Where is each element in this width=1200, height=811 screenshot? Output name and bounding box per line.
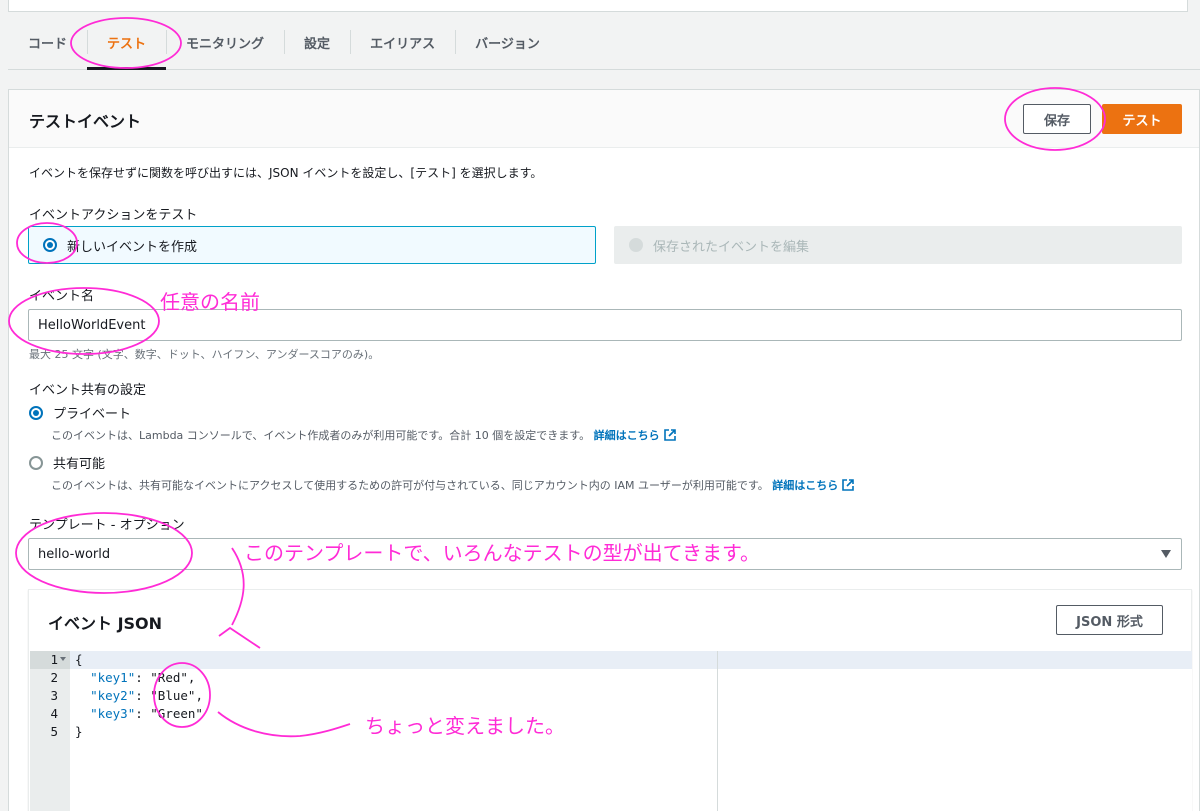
radio-checked-icon xyxy=(43,238,57,252)
private-desc-text: このイベントは、Lambda コンソールで、イベント作成者のみが利用可能です。合… xyxy=(51,429,591,442)
event-action-label: イベントアクションをテスト xyxy=(29,208,198,223)
learn-more-text: 詳細はこちら xyxy=(772,479,839,492)
annotation-json-note: ちょっと変えました。 xyxy=(365,714,565,738)
tab-monitoring[interactable]: モニタリング xyxy=(166,22,284,62)
private-option[interactable]: プライベート xyxy=(29,403,131,422)
code-line: "key3": "Green" xyxy=(90,706,203,721)
event-name-label: イベント名 xyxy=(29,289,95,304)
new-event-option-label: 新しいイベントを作成 xyxy=(67,239,198,255)
print-margin-line xyxy=(717,651,718,811)
code-line: "key1": "Red", xyxy=(90,670,196,685)
tab-settings[interactable]: 設定 xyxy=(284,22,350,62)
radio-unchecked-icon xyxy=(29,455,43,470)
test-event-panel: テストイベント 保存 テスト イベントを保存せずに関数を呼び出すには、JSON … xyxy=(8,89,1200,811)
shared-option-description: このイベントは、共有可能なイベントにアクセスして使用するための許可が付与されてい… xyxy=(51,477,855,493)
panel-title: テストイベント xyxy=(29,112,142,131)
template-selected-value: hello-world xyxy=(38,546,111,562)
line-number: 4 xyxy=(50,706,58,721)
shared-option-label: 共有可能 xyxy=(53,457,106,472)
saved-event-option-label: 保存されたイベントを編集 xyxy=(653,239,810,255)
line-number: 1 xyxy=(50,652,58,667)
save-button[interactable]: 保存 xyxy=(1023,104,1091,134)
json-editor[interactable]: 1 2 3 4 5 { "key1": "Red", "key2": "Blue… xyxy=(30,651,1192,811)
code-line: { xyxy=(75,652,83,667)
new-event-option[interactable]: 新しいイベントを作成 xyxy=(28,226,596,264)
shared-learn-more-link[interactable]: 詳細はこちら xyxy=(772,479,855,492)
private-option-label: プライベート xyxy=(53,407,132,422)
event-name-hint: 最大 25 文字 (文字、数字、ドット、ハイフン、アンダースコアのみ)。 xyxy=(29,348,380,361)
event-json-container: イベント JSON JSON 形式 1 2 3 4 5 { "key1": "R… xyxy=(28,589,1192,811)
panel-header: テストイベント 保存 テスト xyxy=(9,90,1199,148)
tab-aliases[interactable]: エイリアス xyxy=(350,22,455,62)
shared-option[interactable]: 共有可能 xyxy=(29,453,105,472)
sharing-label: イベント共有の設定 xyxy=(29,383,147,398)
code-line: } xyxy=(75,724,83,739)
private-option-description: このイベントは、Lambda コンソールで、イベント作成者のみが利用可能です。合… xyxy=(51,427,676,443)
top-strip xyxy=(0,0,1200,14)
template-label: テンプレート - オプション xyxy=(29,518,185,533)
tab-code[interactable]: コード xyxy=(8,22,87,62)
event-json-title: イベント JSON xyxy=(48,614,163,633)
line-number: 3 xyxy=(50,688,58,703)
json-format-button[interactable]: JSON 形式 xyxy=(1056,605,1163,635)
tab-bar: コード テスト モニタリング 設定 エイリアス バージョン xyxy=(8,22,1200,70)
tab-test[interactable]: テスト xyxy=(87,22,167,70)
editor-gutter: 1 2 3 4 5 xyxy=(30,651,70,811)
learn-more-text: 詳細はこちら xyxy=(593,429,660,442)
panel-description: イベントを保存せずに関数を呼び出すには、JSON イベントを設定し、[テスト] … xyxy=(29,166,543,180)
saved-event-option[interactable]: 保存されたイベントを編集 xyxy=(614,226,1182,264)
line-number: 2 xyxy=(50,670,58,685)
private-learn-more-link[interactable]: 詳細はこちら xyxy=(594,429,676,442)
shared-desc-text: このイベントは、共有可能なイベントにアクセスして使用するための許可が付与されてい… xyxy=(51,479,769,492)
code-line: "key2": "Blue", xyxy=(90,688,203,703)
annotation-template-note: このテンプレートで、いろんなテストの型が出てきます。 xyxy=(244,541,760,565)
fold-arrow-icon[interactable] xyxy=(60,657,66,661)
caret-down-icon xyxy=(1161,550,1171,558)
line-number: 5 xyxy=(50,724,58,739)
radio-checked-icon xyxy=(29,405,43,420)
radio-disabled-icon xyxy=(629,238,643,252)
tab-versions[interactable]: バージョン xyxy=(455,22,560,62)
active-line-highlight xyxy=(30,651,1192,669)
external-link-icon xyxy=(842,479,855,491)
test-button[interactable]: テスト xyxy=(1102,104,1182,134)
external-link-icon xyxy=(663,429,676,441)
annotation-name-note: 任意の名前 xyxy=(160,290,260,314)
